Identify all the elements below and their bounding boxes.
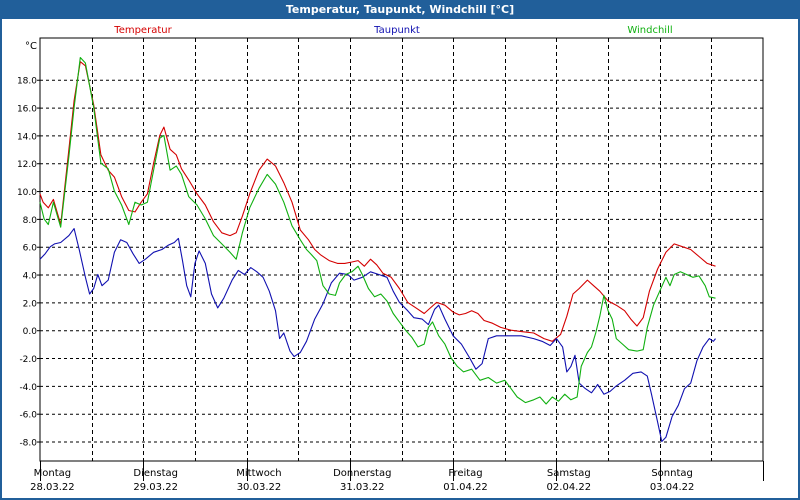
day-name-label: Donnerstag bbox=[333, 468, 391, 479]
y-tick-label: 6.0 bbox=[23, 244, 38, 254]
day-name-label: Dienstag bbox=[133, 468, 178, 479]
y-tick-label: -2.0 bbox=[19, 355, 37, 365]
day-date-label: 01.04.22 bbox=[443, 482, 488, 493]
day-name-label: Sonntag bbox=[651, 468, 693, 479]
day-date-label: 31.03.22 bbox=[340, 482, 385, 493]
day-date-label: 28.03.22 bbox=[30, 482, 75, 493]
day-date-label: 03.04.22 bbox=[650, 482, 695, 493]
chart-window: Temperatur, Taupunkt, Windchill [°C] -8.… bbox=[0, 0, 800, 500]
y-tick-label: -6.0 bbox=[19, 411, 37, 421]
weather-line-chart: -8.0 -6.0 -4.0 -2.0 0.0 2.0 4.0 6.0 8.0 10.0 12.0 1… bbox=[17, 25, 764, 493]
legend-temperatur: Temperatur bbox=[113, 25, 172, 36]
y-tick-label: 2.0 bbox=[23, 299, 38, 309]
legend-taupunkt: Taupunkt bbox=[373, 25, 420, 36]
day-name-label: Freitag bbox=[448, 468, 482, 479]
y-tick-label: -8.0 bbox=[19, 439, 37, 449]
y-tick-label: 0.0 bbox=[23, 327, 38, 337]
y-tick-label: 8.0 bbox=[23, 216, 38, 226]
day-date-label: 30.03.22 bbox=[237, 482, 282, 493]
day-date-label: 02.04.22 bbox=[547, 482, 592, 493]
day-date-label: 29.03.22 bbox=[133, 482, 178, 493]
y-tick-label: 12.0 bbox=[17, 160, 37, 170]
plot-area bbox=[39, 37, 764, 462]
y-tick-label: 16.0 bbox=[17, 105, 37, 115]
window-border-left bbox=[0, 19, 2, 500]
day-name-label: Mittwoch bbox=[236, 468, 281, 479]
y-axis-unit: °C bbox=[25, 41, 37, 52]
day-name-label: Montag bbox=[34, 468, 71, 479]
y-tick-label: 4.0 bbox=[23, 272, 38, 282]
day-name-label: Samstag bbox=[547, 468, 591, 479]
y-tick-label: 14.0 bbox=[17, 132, 37, 142]
y-tick-label: -4.0 bbox=[19, 383, 37, 393]
y-tick-label: 18.0 bbox=[17, 77, 37, 87]
chart-title: Temperatur, Taupunkt, Windchill [°C] bbox=[0, 0, 800, 19]
y-tick-label: 10.0 bbox=[17, 188, 37, 198]
legend-windchill: Windchill bbox=[627, 25, 672, 36]
